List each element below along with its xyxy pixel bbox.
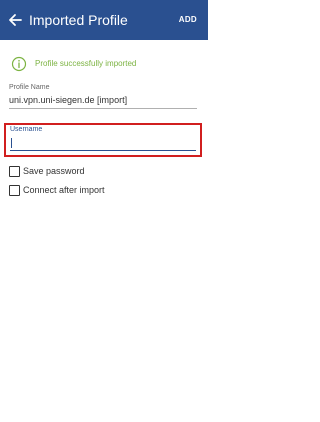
save-password-label: Save password [23, 166, 85, 176]
add-button[interactable]: ADD [179, 13, 197, 27]
username-underline [10, 150, 196, 151]
save-password-checkbox[interactable] [9, 166, 20, 177]
connect-after-import-label: Connect after import [23, 185, 105, 195]
username-label: Username [10, 126, 43, 133]
page-title: Imported Profile [29, 12, 128, 28]
info-circle-icon [11, 56, 27, 72]
profile-name-underline [9, 108, 197, 109]
username-input[interactable] [10, 136, 196, 149]
connect-after-import-checkbox[interactable] [9, 185, 20, 196]
text-cursor [11, 138, 12, 148]
notice-text: Profile successfully imported [35, 59, 137, 68]
profile-name-field[interactable]: uni.vpn.uni-siegen.de [import] [9, 94, 127, 107]
arrow-left-icon[interactable] [5, 10, 25, 30]
app-bar: Imported Profile ADD [0, 0, 208, 40]
profile-name-label: Profile Name [9, 84, 50, 91]
